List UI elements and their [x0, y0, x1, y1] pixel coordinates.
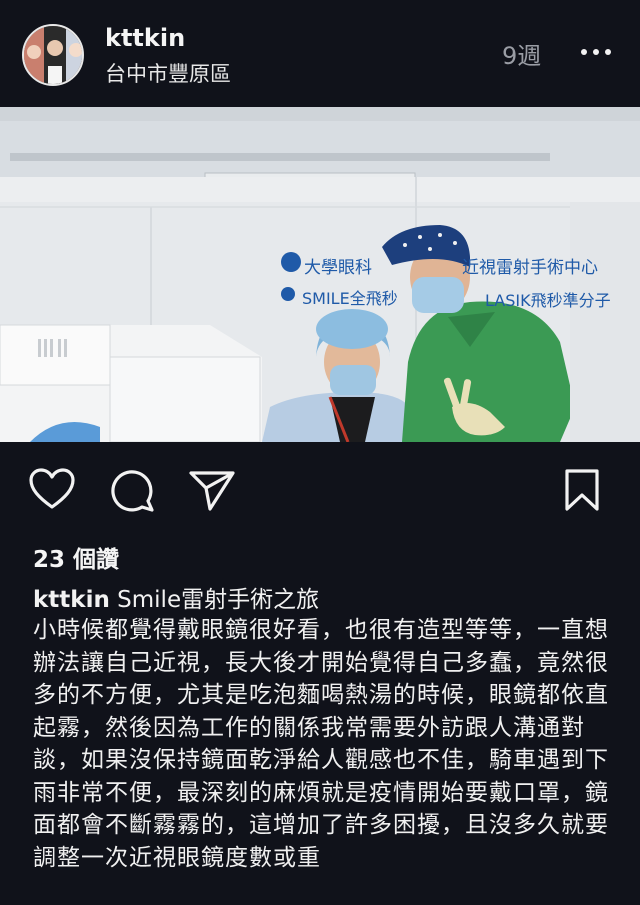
post-time: 9週 — [502, 42, 542, 70]
caption-header: kttkin Smile雷射手術之旅 — [33, 580, 319, 614]
action-bar — [0, 455, 640, 525]
comment-icon[interactable] — [108, 467, 156, 517]
caption-title: Smile雷射手術之旅 — [117, 587, 320, 613]
post-header: kttkin 台中市豐原區 9週 — [0, 0, 640, 107]
sign-text-1: 大學眼科 — [304, 258, 372, 278]
bookmark-icon[interactable] — [562, 467, 602, 517]
avatar[interactable] — [22, 24, 84, 86]
like-count[interactable]: 23 個讚 — [33, 540, 119, 574]
heart-icon[interactable] — [28, 467, 76, 515]
sign-text-1b: 近視雷射手術中心 — [462, 258, 598, 278]
sign-text-2b: LASIK飛秒準分子 — [485, 291, 611, 310]
post-photo[interactable]: 大學眼科 近視雷射手術中心 SMILE全飛秒 LASIK飛秒準分子 — [0, 107, 640, 442]
username[interactable]: kttkin — [105, 24, 185, 52]
more-icon[interactable] — [578, 38, 614, 58]
caption-body: 小時候都覺得戴眼鏡很好看，也很有造型等等，一直想辦法讓自己近視，長大後才開始覺得… — [33, 617, 609, 871]
sign-text-2: SMILE全飛秒 — [302, 289, 398, 308]
send-icon[interactable] — [188, 469, 236, 517]
location[interactable]: 台中市豐原區 — [105, 58, 231, 88]
caption-username[interactable]: kttkin — [33, 587, 110, 613]
